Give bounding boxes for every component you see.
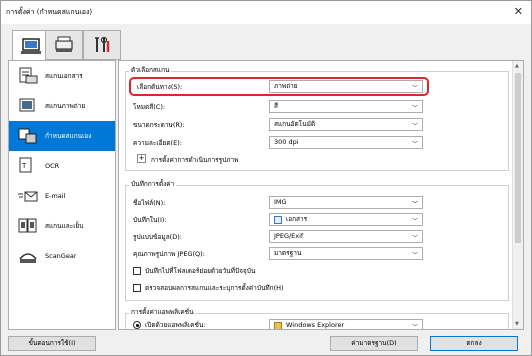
scan-type-list: สแกนเอกสาร สแกนภาพถ่าย กำหนดสแกนเอง T OC… <box>8 60 116 330</box>
color-mode-value: สี <box>274 102 278 110</box>
chevron-down-icon: ﹀ <box>411 252 418 259</box>
save-in-label: บันทึกใน(I): <box>133 216 167 224</box>
nav-item-label: กำหนดสแกนเอง <box>45 132 92 140</box>
document-scan-icon <box>19 67 38 84</box>
chevron-down-icon: ﹀ <box>411 105 418 112</box>
nav-item-stitch[interactable]: สแกนและเย็บ <box>9 211 115 241</box>
open-with-dropdown[interactable]: Windows Explorer ﹀ <box>269 319 423 330</box>
nav-item-label: E-mail <box>45 192 66 200</box>
scroll-down-icon[interactable]: ▼ <box>515 321 519 327</box>
select-source-value: ภาพถ่าย <box>274 82 298 90</box>
file-name-label: ชื่อไฟล์(N): <box>133 199 166 207</box>
general-settings-tools-icon <box>95 36 110 52</box>
paper-size-label: ขนาดกระดาษ(R): <box>133 121 185 129</box>
settings-panel: ตัวเลือกสแกน เลือกต้นทาง(S): ภาพถ่าย ﹀ โ… <box>118 60 524 330</box>
window-title: การตั้งค่า (กำหนดสแกนเอง) <box>6 8 93 16</box>
ok-button[interactable]: ตกลง <box>430 336 518 351</box>
jpeg-quality-dropdown[interactable]: มาตรฐาน ﹀ <box>269 247 423 260</box>
folder-icon <box>274 216 282 224</box>
section-title: การตั้งค่าแอพพลิเคชั่น <box>129 307 196 317</box>
scan-from-panel-icon <box>55 36 73 52</box>
custom-scan-icon <box>18 128 37 144</box>
save-in-dropdown[interactable]: เอกสาร ﹀ <box>269 213 423 226</box>
nav-item-photo[interactable]: สแกนภาพถ่าย <box>9 91 115 121</box>
color-mode-dropdown[interactable]: สี ﹀ <box>269 100 423 113</box>
chevron-down-icon: ﹀ <box>411 141 418 148</box>
nav-item-scangear[interactable]: ScanGear <box>9 241 115 271</box>
file-name-input[interactable]: IMG ﹀ <box>269 196 423 209</box>
chevron-down-icon: ﹀ <box>411 201 418 208</box>
scan-from-computer-icon <box>21 37 41 54</box>
nav-item-document[interactable]: สแกนเอกสาร <box>9 61 115 91</box>
resolution-label: ความละเอียด(E): <box>133 139 182 147</box>
jpeg-quality-label: คุณภาพรูปภาพ JPEG(Q): <box>133 250 205 258</box>
explorer-icon <box>274 322 282 329</box>
section-title: ตัวเลือกสแกน <box>129 65 172 75</box>
jpeg-quality-value: มาตรฐาน <box>274 249 302 257</box>
open-with-label: เปิดด้วยแอพพลิเคชั่น: <box>145 321 206 329</box>
chevron-down-icon: ﹀ <box>411 324 418 330</box>
scangear-icon <box>19 253 37 263</box>
nav-item-label: สแกนและเย็บ <box>45 222 84 230</box>
color-mode-label: โหมดสี(C): <box>133 103 166 111</box>
nav-item-ocr[interactable]: T OCR <box>9 151 115 181</box>
nav-item-custom[interactable]: กำหนดสแกนเอง <box>9 121 115 151</box>
chevron-down-icon: ﹀ <box>411 123 418 130</box>
select-source-dropdown[interactable]: ภาพถ่าย ﹀ <box>269 80 423 93</box>
section-title: บันทึกการตั้งค่า <box>129 179 177 189</box>
tab-scan-from-panel[interactable] <box>45 30 83 60</box>
nav-item-label: ScanGear <box>45 252 77 260</box>
subfolder-label: บันทึกไปที่โฟลเดอร์ย่อยด้วยวันที่ปัจจุบั… <box>145 267 256 275</box>
open-with-value: Windows Explorer <box>286 321 345 329</box>
stitch-icon <box>18 218 37 233</box>
save-in-value: เอกสาร <box>286 215 308 223</box>
defaults-button[interactable]: ค่ามาตรฐาน(D) <box>330 336 418 351</box>
data-format-label: รูปแบบข้อมูล(D): <box>133 233 182 241</box>
photo-scan-icon <box>19 98 35 112</box>
resolution-dropdown[interactable]: 300 dpi ﹀ <box>269 136 423 149</box>
paper-size-value: สแกนอัตโนมัติ <box>274 120 316 128</box>
tab-general-settings[interactable] <box>83 30 121 60</box>
ocr-icon: T <box>19 157 32 173</box>
data-format-value: JPEG/Exif <box>274 232 304 240</box>
chevron-down-icon: ﹀ <box>411 218 418 225</box>
title-bar: การตั้งค่า (กำหนดสแกนเอง) ✕ <box>0 0 532 24</box>
scroll-up-icon[interactable]: ▲ <box>515 63 519 69</box>
close-icon[interactable]: ✕ <box>514 5 523 18</box>
select-source-label: เลือกต้นทาง(S): <box>137 83 183 91</box>
email-icon <box>18 191 38 202</box>
instructions-button[interactable]: ขั้นตอนการใช้(I) <box>8 336 96 351</box>
paper-size-dropdown[interactable]: สแกนอัตโนมัติ ﹀ <box>269 118 423 131</box>
subfolder-checkbox[interactable] <box>133 267 141 275</box>
svg-text:T: T <box>21 162 27 170</box>
nav-item-label: สแกนเอกสาร <box>45 72 83 80</box>
open-with-radio[interactable] <box>133 321 141 329</box>
nav-item-label: สแกนภาพถ่าย <box>45 102 86 110</box>
image-processing-label: การตั้งค่าการดำเนินการรูปภาพ <box>151 156 239 164</box>
vertical-scrollbar[interactable]: ▲ ▼ <box>512 61 523 329</box>
file-name-value: IMG <box>274 198 287 206</box>
check-results-label: ตรวจสอบผลการสแกนและระบุการตั้งค่าบันทึก(… <box>145 284 284 292</box>
chevron-down-icon: ﹀ <box>411 235 418 242</box>
nav-item-label: OCR <box>45 162 60 170</box>
nav-item-email[interactable]: E-mail <box>9 181 115 211</box>
resolution-value: 300 dpi <box>274 138 299 146</box>
check-results-checkbox[interactable] <box>133 284 141 292</box>
expand-button[interactable]: + <box>137 154 146 163</box>
data-format-dropdown[interactable]: JPEG/Exif ﹀ <box>269 230 423 243</box>
chevron-down-icon: ﹀ <box>411 85 418 92</box>
scrollbar-thumb[interactable] <box>515 73 521 243</box>
